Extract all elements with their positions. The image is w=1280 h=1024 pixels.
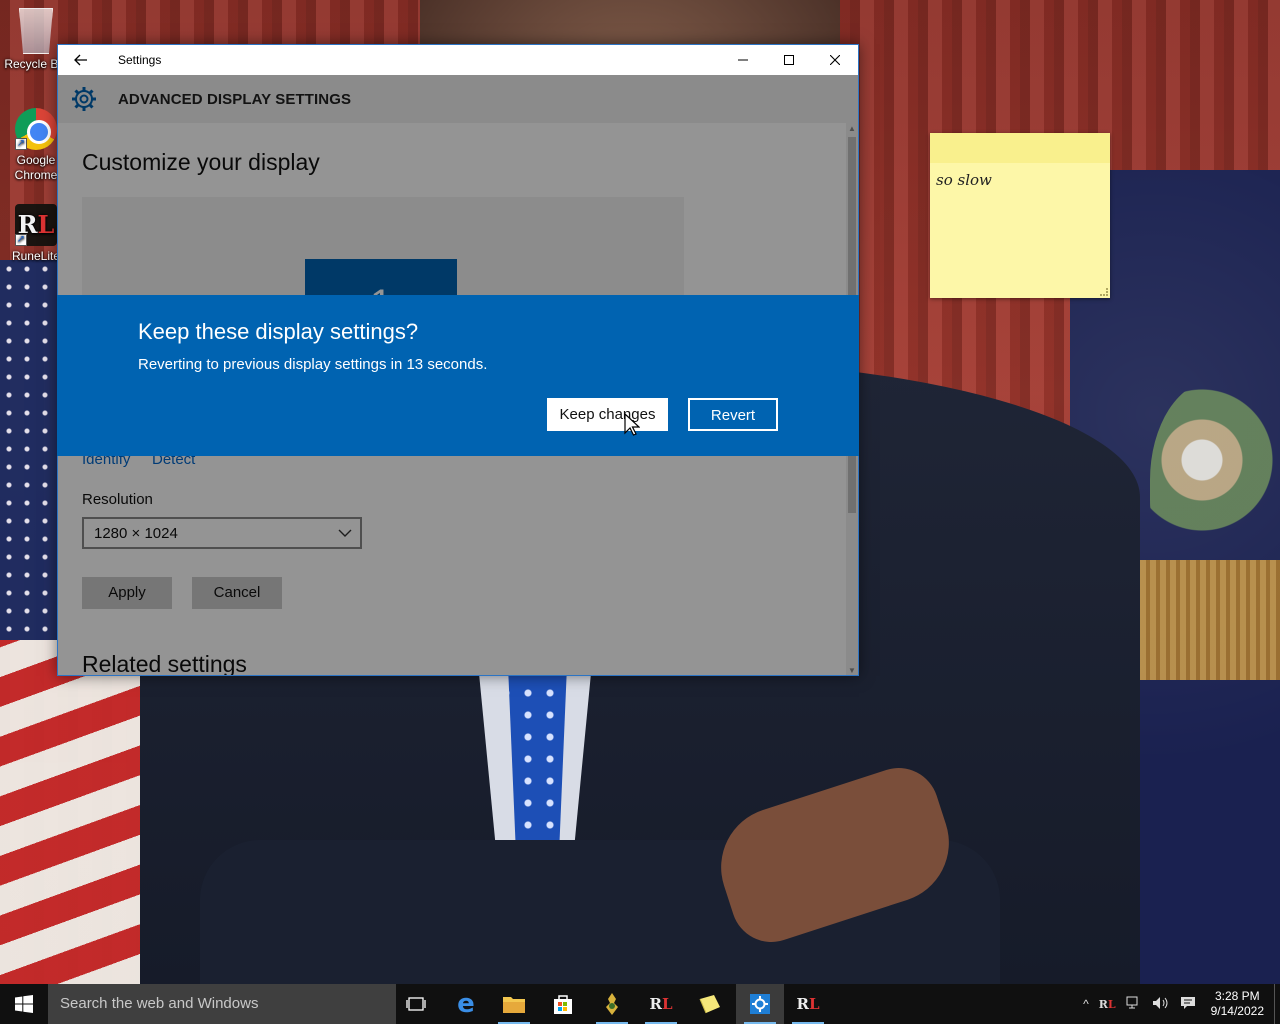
recycle-bin-icon <box>19 8 53 54</box>
network-icon[interactable] <box>1121 996 1147 1013</box>
back-button[interactable] <box>58 45 104 75</box>
runelite-icon: RL <box>649 995 673 1013</box>
chevron-up-icon[interactable]: ^ <box>1078 997 1094 1011</box>
file-explorer-icon <box>503 997 525 1013</box>
back-arrow-icon <box>74 54 87 66</box>
edge-icon: e <box>457 989 475 1019</box>
taskbar-settings[interactable] <box>736 984 784 1024</box>
taskbar-search-box[interactable]: Search the web and Windows <box>48 984 396 1024</box>
dialog-title: Keep these display settings? <box>138 319 419 344</box>
taskbar: Search the web and Windows e RL RL ^ RL <box>0 984 1280 1024</box>
store-icon <box>554 995 572 1014</box>
taskbar-store[interactable] <box>539 984 587 1024</box>
keep-changes-button[interactable]: Keep changes <box>547 398 668 431</box>
task-view-icon <box>406 997 426 1011</box>
minimize-icon <box>738 59 748 61</box>
sticky-note[interactable]: so slow <box>930 133 1110 298</box>
clock-time: 3:28 PM <box>1214 989 1260 1003</box>
volume-icon[interactable] <box>1147 996 1175 1013</box>
taskbar-sticky-notes[interactable] <box>686 984 734 1024</box>
resize-grip-icon[interactable] <box>1100 288 1108 296</box>
clock-date: 9/14/2022 <box>1210 1004 1264 1018</box>
dialog-message: Reverting to previous display settings i… <box>138 356 488 373</box>
rs-icon <box>606 993 618 1015</box>
close-icon <box>830 55 840 65</box>
runelite-icon: RL <box>796 995 820 1013</box>
settings-icon <box>750 994 770 1014</box>
taskbar-file-explorer[interactable] <box>490 984 538 1024</box>
mouse-cursor-icon <box>624 413 640 436</box>
close-button[interactable] <box>812 45 858 75</box>
sticky-notes-icon <box>699 995 720 1014</box>
system-tray: ^ RL 3:28 PM 9/14/2022 <box>1078 984 1280 1024</box>
sticky-note-header[interactable] <box>930 133 1110 163</box>
windows-logo-icon <box>15 995 33 1013</box>
taskbar-rs-app[interactable] <box>588 984 636 1024</box>
taskbar-runelite-2[interactable]: RL <box>784 984 832 1024</box>
runelite-tray-icon[interactable]: RL <box>1094 998 1121 1011</box>
maximize-icon <box>784 55 794 65</box>
notifications-icon[interactable] <box>1175 996 1201 1013</box>
task-view-button[interactable] <box>392 984 440 1024</box>
runelite-icon: RL ↗ <box>15 204 57 246</box>
keep-settings-dialog: Keep these display settings? Reverting t… <box>57 295 859 456</box>
chrome-icon: ↗ <box>15 108 57 150</box>
show-desktop-button[interactable] <box>1274 984 1280 1024</box>
taskbar-runelite-1[interactable]: RL <box>637 984 685 1024</box>
sticky-note-text[interactable]: so slow <box>930 163 1110 197</box>
minimize-button[interactable] <box>720 45 766 75</box>
start-button[interactable] <box>0 984 48 1024</box>
flag-seal <box>1150 380 1280 580</box>
revert-button[interactable]: Revert <box>688 398 778 431</box>
maximize-button[interactable] <box>766 45 812 75</box>
clock[interactable]: 3:28 PM 9/14/2022 <box>1201 989 1274 1019</box>
taskbar-edge[interactable]: e <box>442 984 490 1024</box>
window-title: Settings <box>118 53 162 67</box>
window-titlebar[interactable]: Settings <box>58 45 858 75</box>
